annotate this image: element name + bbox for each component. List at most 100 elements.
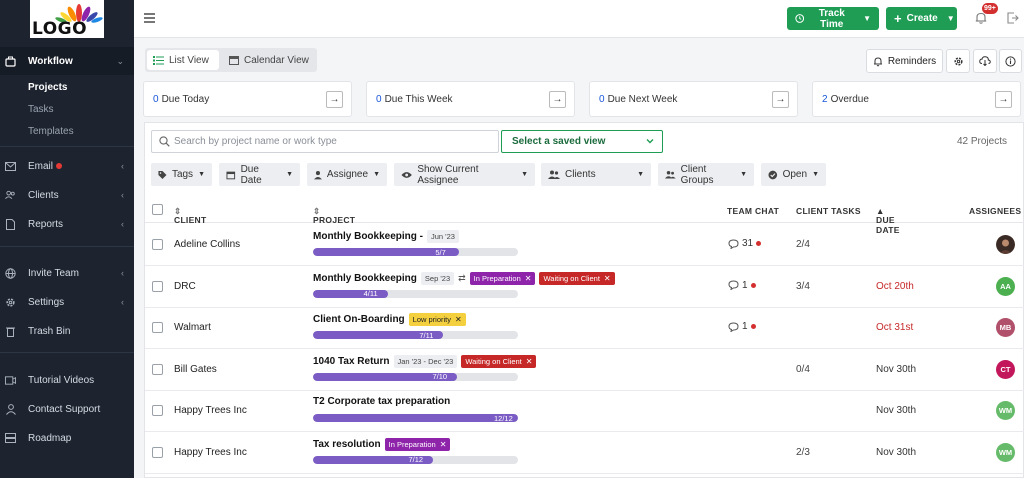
calendar-view-button[interactable]: Calendar View <box>223 50 315 70</box>
filter-assignee[interactable]: Assignee ▼ <box>307 163 387 186</box>
project-title[interactable]: Monthly Bookkeeping Sep '23 ⇄ In Preparatio… <box>313 271 615 285</box>
sidebar-item-reports[interactable]: Reports ‹ <box>0 213 134 235</box>
chat-count: 1 <box>742 321 748 332</box>
main-content: List View Calendar View Reminders 0 Due T… <box>134 38 1024 478</box>
select-all-checkbox[interactable] <box>152 204 163 215</box>
cloud-download-button[interactable] <box>973 49 997 73</box>
table-row[interactable]: Happy Trees Inc Tax resolution In Preparat… <box>145 432 1024 474</box>
row-checkbox[interactable] <box>152 405 163 416</box>
team-chat[interactable]: 31 <box>728 238 762 249</box>
progress-bar: 7/11 <box>313 331 518 339</box>
status-tag: Waiting on Client ✕ <box>539 271 615 285</box>
info-button[interactable] <box>999 49 1022 73</box>
card-overdue[interactable]: 2 Overdue → <box>812 81 1021 117</box>
project-title[interactable]: 1040 Tax Return Jan '23 - Dec '23 Waiting … <box>313 354 537 368</box>
settings-button[interactable] <box>946 49 970 73</box>
remove-tag-icon[interactable]: ✕ <box>604 274 611 283</box>
avatar[interactable]: AA <box>996 276 1015 296</box>
sidebar-item-invite-team[interactable]: Invite Team ‹ <box>0 262 134 284</box>
team-chat[interactable]: 1 <box>728 280 756 291</box>
project-count: 42 Projects <box>956 136 1007 147</box>
sidebar-item-trash-bin[interactable]: Trash Bin <box>0 320 134 342</box>
avatar[interactable]: CT <box>996 359 1015 379</box>
status-label: In Preparation <box>473 273 521 283</box>
remove-tag-icon[interactable]: ✕ <box>455 315 462 324</box>
client-name[interactable]: Happy Trees Inc <box>174 405 247 416</box>
filter-label: Clients <box>565 169 596 180</box>
client-name[interactable]: Walmart <box>174 322 211 333</box>
sidebar-item-settings[interactable]: Settings ‹ <box>0 291 134 313</box>
header-assignees: ASSIGNEES <box>969 206 1022 216</box>
client-name[interactable]: DRC <box>174 281 196 292</box>
list-view-button[interactable]: List View <box>147 50 219 70</box>
header-client[interactable]: CLIENT ⇕ <box>174 206 206 225</box>
project-title[interactable]: Monthly Bookkeeping - Jun '23 <box>313 230 459 243</box>
avatar[interactable]: MB <box>996 318 1015 337</box>
due-date: Oct 20th <box>876 280 914 292</box>
filter-clients[interactable]: Clients ▼ <box>541 163 651 186</box>
sidebar-item-label: Settings <box>28 296 65 308</box>
header-project[interactable]: PROJECT ⇕ <box>313 206 355 225</box>
arrow-right-icon[interactable]: → <box>995 90 1012 108</box>
sidebar-item-tutorial-videos[interactable]: Tutorial Videos <box>0 369 134 391</box>
logo[interactable]: LOGO <box>30 0 104 39</box>
arrow-right-icon[interactable]: → <box>772 90 789 108</box>
sidebar-subitem-projects[interactable]: Projects <box>28 82 67 93</box>
filter-open[interactable]: Open ▼ <box>761 163 826 186</box>
filter-show-current-assignee[interactable]: Show Current Assignee ▼ <box>394 163 535 186</box>
saved-view-select[interactable]: Select a saved view <box>501 130 663 153</box>
table-row[interactable]: DRC Monthly Bookkeeping Sep '23 ⇄ In Prepara… <box>145 266 1024 308</box>
sidebar-item-clients[interactable]: Clients ‹ <box>0 184 134 206</box>
client-name[interactable]: Adeline Collins <box>174 239 240 250</box>
sidebar-subitem-tasks[interactable]: Tasks <box>28 104 54 115</box>
table-row[interactable]: Bill Gates 1040 Tax Return Jan '23 - Dec '… <box>145 349 1024 391</box>
sidebar-item-workflow[interactable]: Workflow ⌄ <box>0 50 134 72</box>
logo-text: LOGO <box>32 19 88 39</box>
card-due-today[interactable]: 0 Due Today → <box>143 81 352 117</box>
briefcase-icon <box>5 56 16 67</box>
row-checkbox[interactable] <box>152 363 163 375</box>
table-row[interactable]: Adeline Collins Monthly Bookkeeping - Jun … <box>145 224 1024 266</box>
remove-tag-icon[interactable]: ✕ <box>525 274 532 283</box>
client-name[interactable]: Happy Trees Inc <box>174 447 247 458</box>
create-button[interactable]: + Create ▼ <box>886 7 957 30</box>
row-checkbox[interactable] <box>152 322 163 333</box>
header-due-date[interactable]: DUE DATE ▲ <box>876 206 899 235</box>
menu-icon[interactable] <box>144 13 155 23</box>
date-tag: Sep '23 <box>420 271 455 285</box>
filter-client-groups[interactable]: Client Groups ▼ <box>658 163 754 186</box>
filter-tags[interactable]: Tags ▼ <box>151 163 212 186</box>
row-checkbox[interactable] <box>152 239 163 250</box>
avatar[interactable]: WM <box>996 442 1015 462</box>
table-row[interactable]: Happy Trees Inc T2 Corporate tax preparat… <box>145 390 1024 432</box>
project-title[interactable]: T2 Corporate tax preparation <box>313 396 450 407</box>
table-row[interactable]: Walmart Client On-Boarding Low priority ✕ 7/… <box>145 307 1024 349</box>
avatar[interactable]: WM <box>996 401 1015 420</box>
sidebar-item-email[interactable]: Email ‹ <box>0 155 134 177</box>
remove-tag-icon[interactable]: ✕ <box>526 357 533 366</box>
sidebar-item-roadmap[interactable]: Roadmap <box>0 427 134 449</box>
filter-due-date[interactable]: Due Date ▼ <box>219 163 300 186</box>
reminders-button[interactable]: Reminders <box>866 49 943 73</box>
team-chat[interactable]: 1 <box>728 321 756 332</box>
sidebar-subitem-templates[interactable]: Templates <box>28 126 74 137</box>
client-tasks: 3/4 <box>796 280 810 292</box>
project-title[interactable]: Client On-Boarding Low priority ✕ <box>313 313 466 326</box>
logout-icon[interactable] <box>1007 12 1019 24</box>
remove-tag-icon[interactable]: ✕ <box>440 440 447 449</box>
card-due-next-week[interactable]: 0 Due Next Week → <box>589 81 798 117</box>
arrow-right-icon[interactable]: → <box>326 90 343 108</box>
search-input[interactable] <box>174 136 474 147</box>
arrow-right-icon[interactable]: → <box>549 90 566 108</box>
project-title[interactable]: Tax resolution In Preparation ✕ <box>313 437 451 451</box>
table-header: CLIENT ⇕ PROJECT ⇕ TEAM CHAT CLIENT TASK… <box>145 197 1024 235</box>
card-due-this-week[interactable]: 0 Due This Week → <box>366 81 575 117</box>
row-checkbox[interactable] <box>152 280 163 292</box>
client-name[interactable]: Bill Gates <box>174 364 217 375</box>
row-checkbox[interactable] <box>152 446 163 458</box>
track-time-button[interactable]: Track Time ▼ <box>787 7 879 30</box>
chevron-left-icon: ‹ <box>121 219 124 229</box>
sidebar-item-contact-support[interactable]: Contact Support <box>0 398 134 420</box>
caret-down-icon: ▼ <box>637 171 644 178</box>
avatar[interactable] <box>996 235 1015 254</box>
